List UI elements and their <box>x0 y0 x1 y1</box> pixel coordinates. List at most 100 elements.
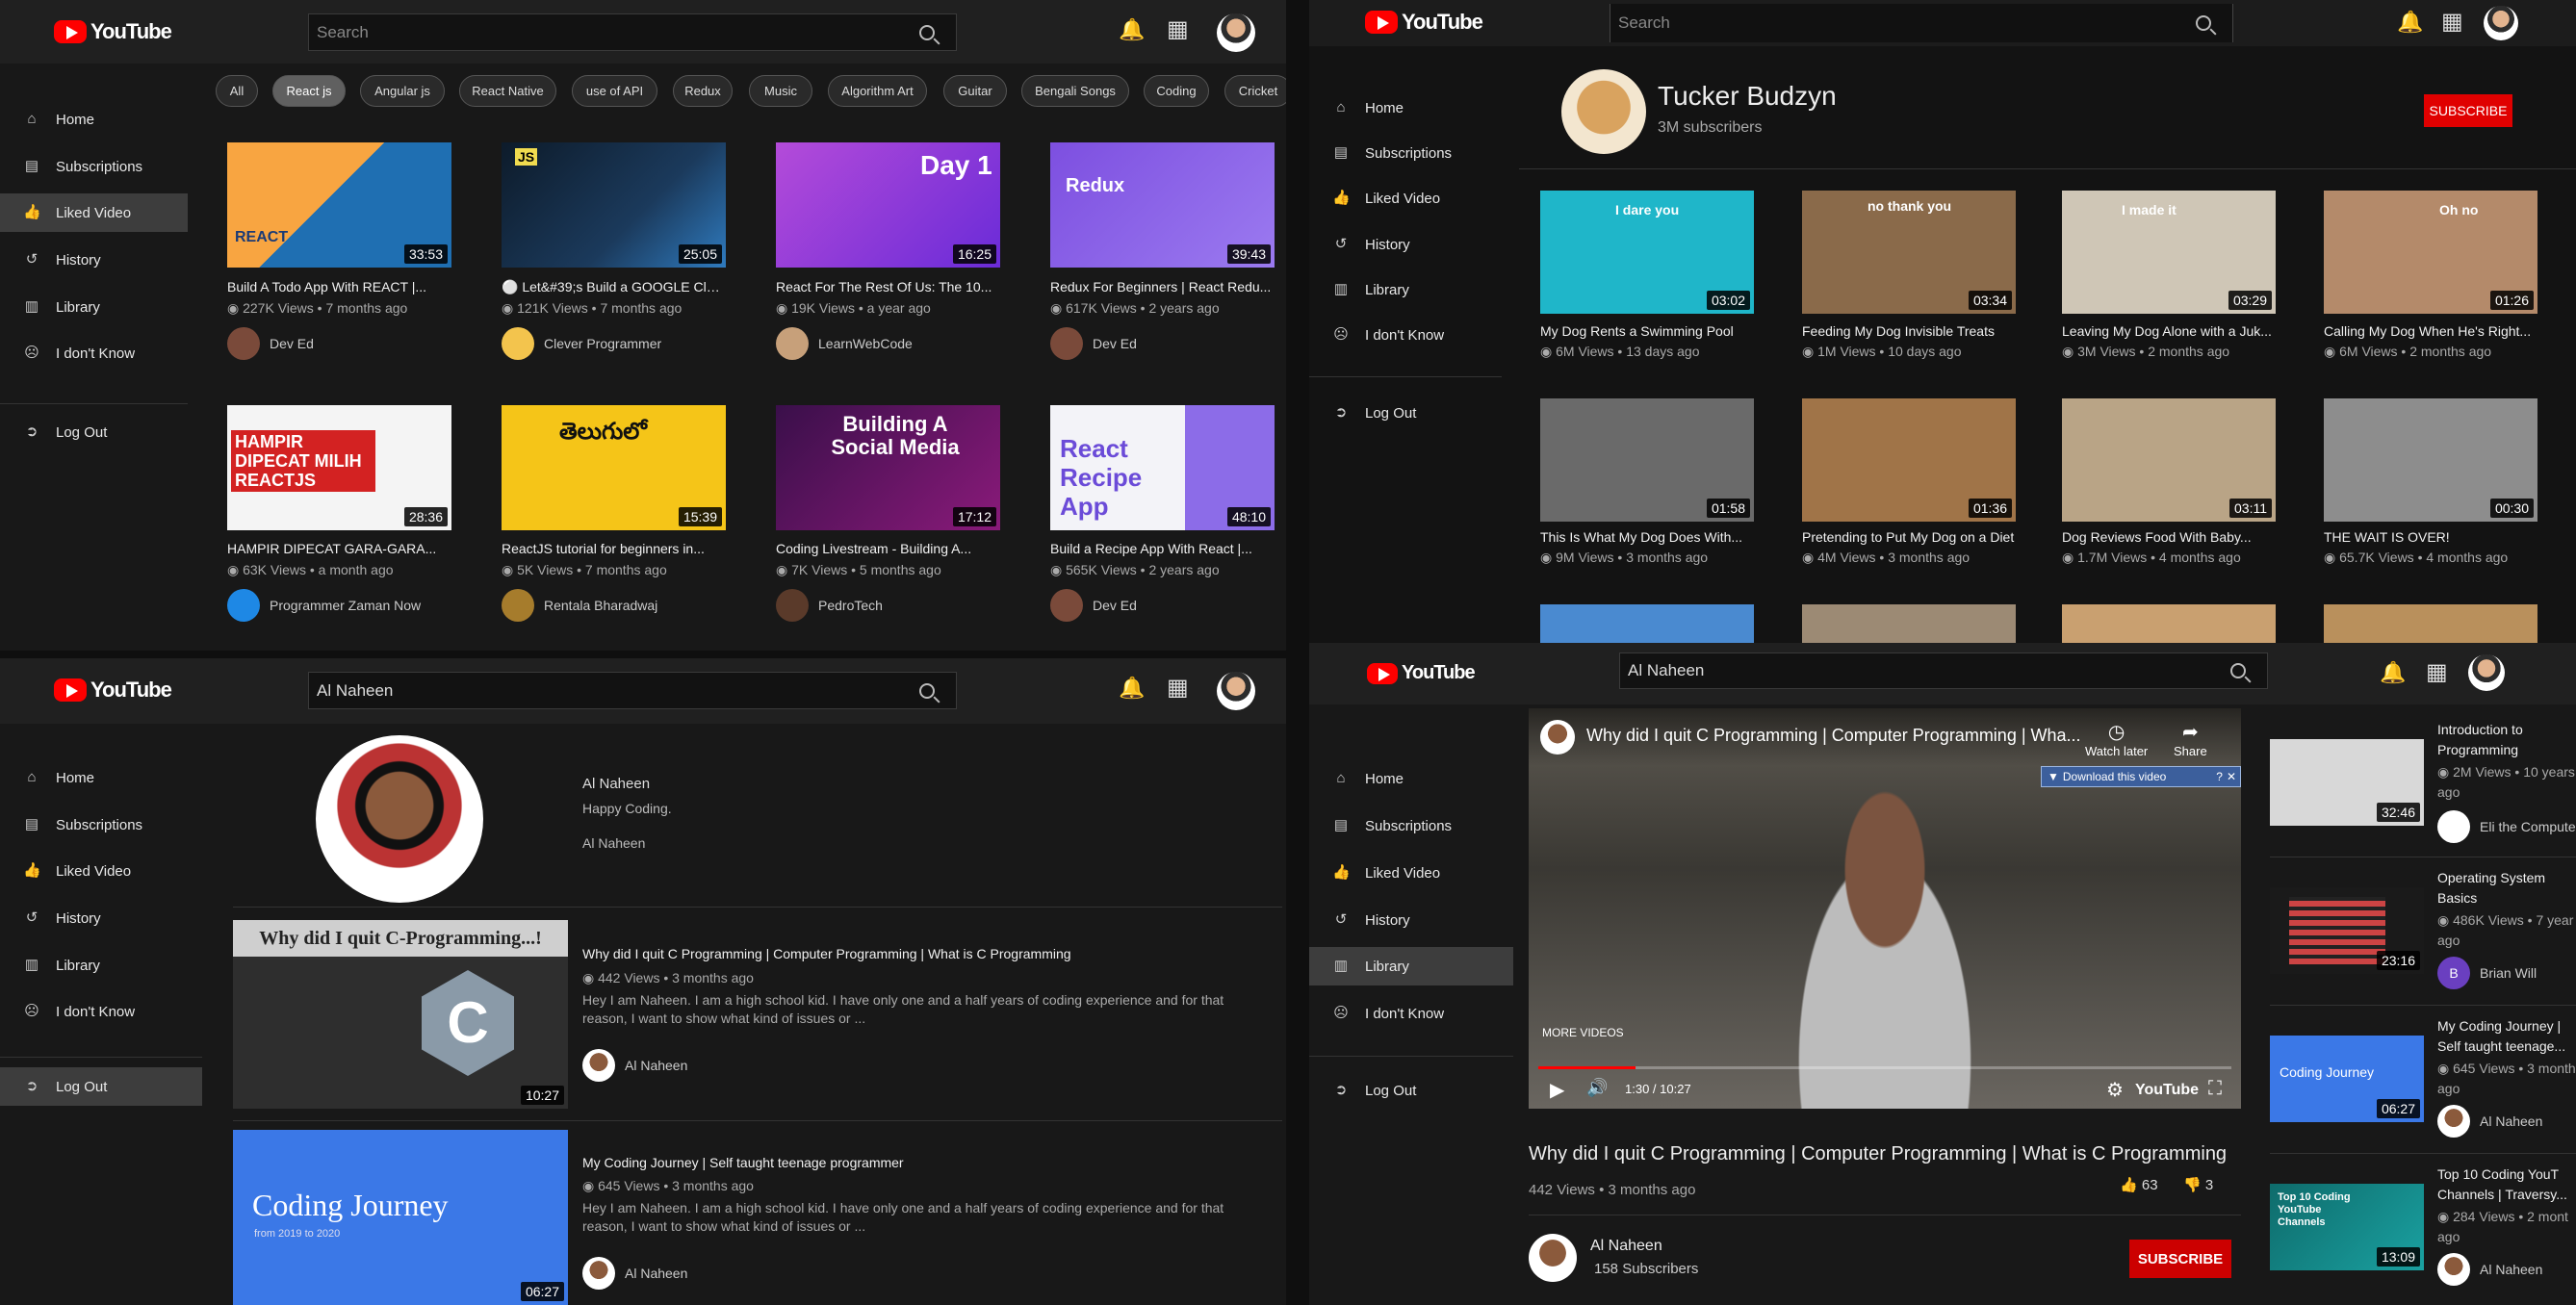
progress-track[interactable] <box>1538 1066 2231 1069</box>
channel-link[interactable]: Clever Programmer <box>502 327 661 360</box>
video-thumbnail[interactable]: no thank you 03:34 <box>1802 191 2016 314</box>
channel-link[interactable]: Al Naheen <box>2437 1105 2542 1138</box>
video-thumbnail[interactable] <box>1540 604 1754 643</box>
sidebar-item-library[interactable]: ▥ Library <box>0 288 188 326</box>
settings-icon[interactable]: ⚙ <box>2106 1078 2124 1102</box>
sidebar-item-logout[interactable]: ➲ Log Out <box>0 413 188 451</box>
video-thumbnail[interactable]: JS 25:05 <box>502 142 726 268</box>
like-button[interactable]: 👍 63 <box>2120 1176 2158 1193</box>
video-player[interactable]: Why did I quit C Programming | Computer … <box>1529 708 2241 1109</box>
sidebar-item-dontknow[interactable]: ☹ I don't Know <box>1309 994 1513 1033</box>
related-thumbnail[interactable]: 23:16 <box>2270 887 2424 974</box>
video-title[interactable]: Build a Recipe App With React |... <box>1050 541 1275 556</box>
video-title[interactable]: ⚪ Let&#39;s Build a GOOGLE Clon... <box>502 279 726 295</box>
bell-icon[interactable]: 🔔 <box>1119 676 1145 701</box>
bell-icon[interactable]: 🔔 <box>2397 10 2423 35</box>
sidebar-item-liked[interactable]: 👍 Liked Video <box>1309 854 1513 892</box>
sidebar-item-library[interactable]: ▥ Library <box>0 946 202 985</box>
sidebar-item-home[interactable]: ⌂ Home <box>0 758 202 797</box>
search-icon[interactable] <box>2230 663 2246 678</box>
sidebar-item-dontknow[interactable]: ☹ I don't Know <box>0 992 202 1031</box>
subscribe-button[interactable]: SUBSCRIBE <box>2424 94 2512 127</box>
sidebar-item-liked[interactable]: 👍 Liked Video <box>0 193 188 232</box>
sidebar-item-dontknow[interactable]: ☹ I don't Know <box>0 334 188 372</box>
video-thumbnail[interactable]: I dare you 03:02 <box>1540 191 1754 314</box>
sidebar-item-subscriptions[interactable]: ▤ Subscriptions <box>0 806 202 844</box>
chip-music[interactable]: Music <box>749 75 812 107</box>
user-avatar[interactable] <box>2484 6 2518 40</box>
channel-link[interactable]: B Brian Will <box>2437 957 2537 989</box>
channel-name[interactable]: Al Naheen <box>1590 1238 1662 1255</box>
share-button[interactable]: ➦ Share <box>2174 720 2207 758</box>
player-title[interactable]: Why did I quit C Programming | Computer … <box>1586 726 2081 746</box>
chip-all[interactable]: All <box>216 75 258 107</box>
chip-bengali-songs[interactable]: Bengali Songs <box>1021 75 1129 107</box>
search-icon[interactable] <box>919 24 935 40</box>
channel-avatar[interactable] <box>1529 1234 1577 1282</box>
sidebar-item-logout[interactable]: ➲ Log Out <box>0 1067 202 1106</box>
sidebar-item-subscriptions[interactable]: ▤ Subscriptions <box>0 147 188 186</box>
dislike-button[interactable]: 👎 3 <box>2183 1176 2213 1193</box>
search-input[interactable]: Search <box>1610 4 2233 42</box>
sidebar-item-history[interactable]: ↺ History <box>1309 901 1513 939</box>
related-title[interactable]: Operating System Basics <box>2437 868 2576 908</box>
channel-link[interactable]: Al Naheen <box>2437 1253 2542 1286</box>
video-thumbnail[interactable]: Building A Social Media 17:12 <box>776 405 1000 530</box>
chip-coding[interactable]: Coding <box>1144 75 1209 107</box>
apps-grid-icon[interactable]: ▦ <box>1167 15 1189 43</box>
more-videos-label[interactable]: MORE VIDEOS <box>1542 1026 1624 1039</box>
video-title[interactable]: THE WAIT IS OVER! <box>2324 529 2537 545</box>
chip-react-js[interactable]: React js <box>272 75 346 107</box>
user-avatar[interactable] <box>2468 654 2505 691</box>
video-title[interactable]: ReactJS tutorial for beginners in... <box>502 541 726 556</box>
chip-use-of-api[interactable]: use of API <box>572 75 657 107</box>
sidebar-item-history[interactable]: ↺ History <box>0 241 188 279</box>
channel-link[interactable]: Dev Ed <box>1050 589 1137 622</box>
subscribe-button[interactable]: SUBSCRIBE <box>2129 1240 2231 1278</box>
help-icon[interactable]: ? <box>2216 770 2223 783</box>
video-thumbnail[interactable]: 00:30 <box>2324 398 2537 522</box>
related-thumbnail[interactable]: 32:46 <box>2270 739 2424 826</box>
chip-cricket[interactable]: Cricket <box>1224 75 1286 107</box>
video-thumbnail[interactable]: React Recipe App 48:10 <box>1050 405 1275 530</box>
youtube-logo[interactable]: YouTube <box>54 678 172 703</box>
youtube-logo[interactable]: YouTube <box>1367 662 1476 684</box>
youtube-logo[interactable]: YouTube <box>54 19 172 44</box>
video-thumbnail[interactable]: Day 1 16:25 <box>776 142 1000 268</box>
related-title[interactable]: My Coding Journey | Self taught teenage..… <box>2437 1016 2576 1057</box>
channel-avatar[interactable] <box>1540 720 1575 755</box>
sidebar-item-home[interactable]: ⌂ Home <box>1309 759 1513 798</box>
sidebar-item-history[interactable]: ↺ History <box>0 899 202 937</box>
play-button[interactable]: ▶ <box>1550 1078 1564 1102</box>
video-thumbnail[interactable] <box>2324 604 2537 643</box>
video-title[interactable]: Why did I quit C Programming | Computer … <box>582 946 1256 961</box>
search-input[interactable]: Search <box>308 13 957 51</box>
search-input[interactable]: Al Naheen <box>308 672 957 709</box>
video-title[interactable]: Pretending to Put My Dog on a Diet <box>1802 529 2016 545</box>
download-bar[interactable]: ▼ Download this video ? ✕ <box>2041 766 2241 787</box>
channel-link[interactable]: Programmer Zaman Now <box>227 589 421 622</box>
sidebar-item-library[interactable]: ▥ Library <box>1309 947 1513 985</box>
channel-link[interactable]: Eli the Compute <box>2437 810 2576 843</box>
related-title[interactable]: Top 10 Coding YouT Channels | Traversy... <box>2437 1164 2576 1205</box>
channel-link[interactable]: Dev Ed <box>227 327 314 360</box>
video-thumbnail[interactable] <box>2062 604 2276 643</box>
fullscreen-icon[interactable]: ⛶ <box>2208 1078 2222 1100</box>
channel-link[interactable]: Rentala Bharadwaj <box>502 589 657 622</box>
chip-algorithm-art[interactable]: Algorithm Art <box>828 75 927 107</box>
player-brand[interactable]: YouTube <box>2135 1082 2199 1099</box>
sidebar-item-library[interactable]: ▥ Library <box>1309 270 1502 309</box>
sidebar-item-dontknow[interactable]: ☹ I don't Know <box>1309 316 1502 354</box>
video-title[interactable]: React For The Rest Of Us: The 10... <box>776 279 1000 294</box>
watch-later-button[interactable]: ◷ Watch later <box>2085 720 2148 758</box>
sidebar-item-history[interactable]: ↺ History <box>1309 225 1502 264</box>
channel-link[interactable]: PedroTech <box>776 589 883 622</box>
video-title[interactable]: Calling My Dog When He's Right... <box>2324 323 2537 339</box>
apps-grid-icon[interactable]: ▦ <box>2426 658 2448 686</box>
search-icon[interactable] <box>919 682 935 699</box>
video-title[interactable]: Leaving My Dog Alone with a Juk... <box>2062 323 2276 339</box>
youtube-logo[interactable]: YouTube <box>1365 10 1483 35</box>
bell-icon[interactable]: 🔔 <box>2380 660 2406 685</box>
search-icon[interactable] <box>2196 15 2211 31</box>
user-avatar[interactable] <box>1217 13 1255 52</box>
